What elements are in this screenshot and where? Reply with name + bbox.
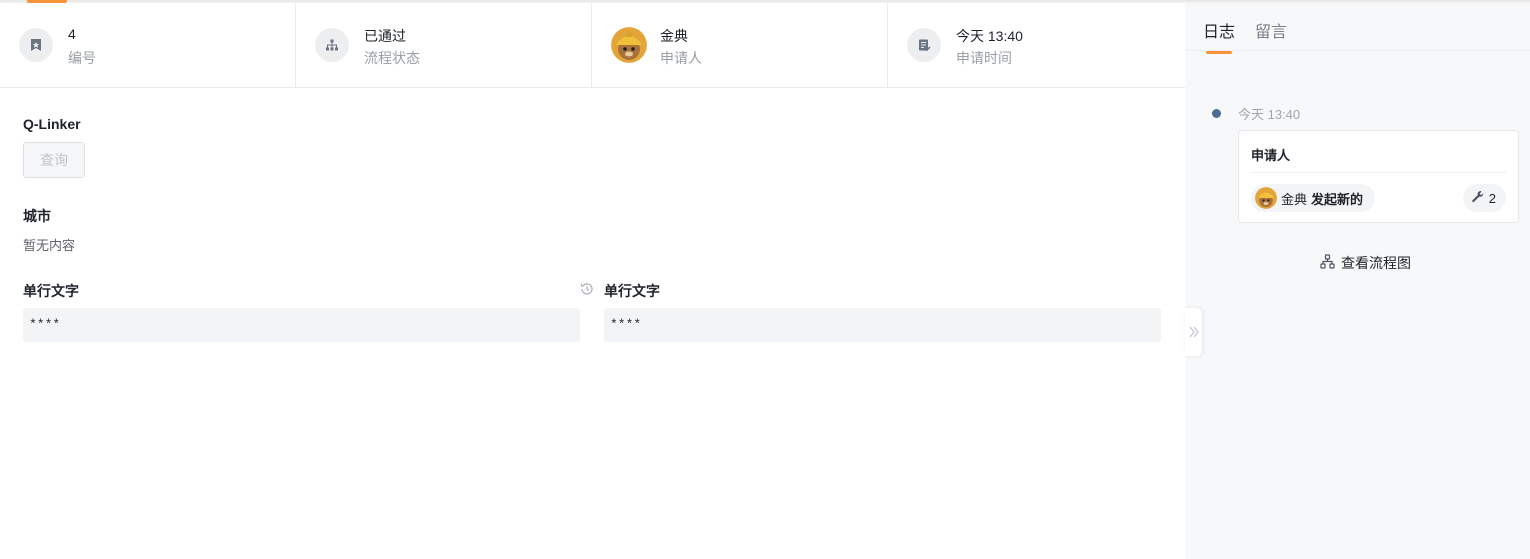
qlinker-label: Q-Linker (23, 116, 81, 132)
double-chevron-right-icon[interactable] (1185, 308, 1202, 356)
city-label: 城市 (23, 208, 51, 224)
info-status: 已通过 流程状态 (296, 3, 592, 87)
info-applicant: 金典 申请人 (592, 3, 888, 87)
side-tabs: 日志 留言 (1203, 18, 1287, 54)
side-panel: 日志 留言 今天 13:40 申请人 金典 发起新的 2 查看流程图 (1185, 3, 1530, 559)
avatar (611, 27, 647, 63)
flow-tree-icon (315, 28, 349, 62)
flowchart-icon (1320, 254, 1335, 272)
log-title: 申请人 (1251, 148, 1291, 163)
wrench-icon (1471, 190, 1485, 207)
number-label: 编号 (68, 50, 96, 66)
query-button[interactable]: 查询 (23, 142, 85, 178)
city-empty-text: 暂无内容 (23, 238, 76, 253)
info-bar: 4 编号 已通过 流程状态 金典 申请人 今天 13:40 申请时间 (0, 3, 1185, 88)
log-action: 发起新的 (1311, 191, 1364, 207)
info-time: 今天 13:40 申请时间 (888, 3, 1185, 87)
edit-note-icon (907, 28, 941, 62)
attachment-count-chip[interactable]: 2 (1462, 184, 1506, 212)
user-chip[interactable]: 金典 发起新的 (1251, 184, 1376, 212)
log-user-name: 金典 (1281, 191, 1308, 207)
log-card: 申请人 金典 发起新的 2 (1238, 130, 1519, 223)
applicant-label: 申请人 (660, 50, 702, 66)
main-content: 4 编号 已通过 流程状态 金典 申请人 今天 13:40 申请时间 Q-Lin… (0, 3, 1185, 559)
time-label: 申请时间 (956, 50, 1012, 66)
field1-value[interactable]: **** (23, 308, 580, 342)
field2-label: 单行文字 (604, 283, 660, 299)
field1-label: 单行文字 (23, 283, 79, 299)
tab-log[interactable]: 日志 (1203, 18, 1235, 54)
field2-value[interactable]: **** (604, 308, 1161, 342)
view-flowchart-link[interactable]: 查看流程图 (1320, 253, 1411, 273)
log-divider (1251, 172, 1506, 173)
timeline-dot (1212, 109, 1221, 118)
side-divider (1185, 50, 1530, 51)
avatar (1255, 187, 1277, 209)
status-label: 流程状态 (364, 50, 420, 66)
log-count: 2 (1488, 190, 1496, 206)
history-clock-icon[interactable] (579, 281, 595, 297)
time-value: 今天 13:40 (956, 28, 1023, 44)
status-value: 已通过 (364, 28, 406, 44)
info-number: 4 编号 (0, 3, 296, 87)
number-value: 4 (68, 26, 76, 42)
applicant-value: 金典 (660, 28, 688, 44)
tab-comments[interactable]: 留言 (1255, 18, 1287, 54)
timeline-time: 今天 13:40 (1238, 107, 1301, 122)
flowchart-link-label: 查看流程图 (1341, 255, 1411, 271)
bookmark-icon (19, 28, 53, 62)
